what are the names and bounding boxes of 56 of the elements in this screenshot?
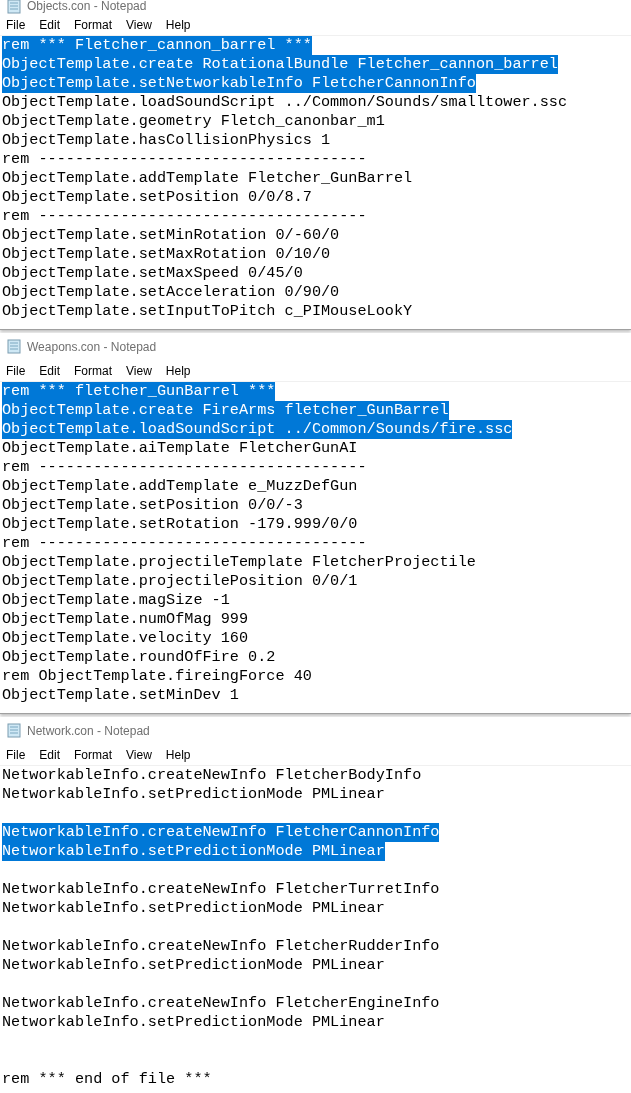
code-line: NetworkableInfo.createNewInfo FletcherTurretInfo (2, 880, 440, 899)
code-line: NetworkableInfo.setPredictionMode PMLinear (2, 1013, 385, 1032)
code-line: ObjectTemplate.roundOfFire 0.2 (2, 648, 276, 667)
code-line: ObjectTemplate.projectilePosition 0/0/1 (2, 572, 358, 591)
menu-item[interactable]: Edit (39, 745, 61, 764)
code-line: NetworkableInfo.setPredictionMode PMLinear (2, 956, 385, 975)
menu-item[interactable]: Format (74, 361, 113, 380)
menu-item[interactable]: Help (165, 361, 191, 380)
menu-item[interactable]: View (126, 15, 152, 34)
notepad-icon (7, 339, 21, 354)
code-line: ObjectTemplate.setMaxRotation 0/10/0 (2, 245, 331, 264)
code-line: NetworkableInfo.createNewInfo FletcherBodyInfo (2, 766, 422, 785)
window-title: Network.con - Notepad (27, 722, 150, 739)
code-line: ObjectTemplate.numOfMag 999 (2, 610, 249, 629)
menu-item[interactable]: Help (165, 15, 191, 34)
window-title: Weapons.con - Notepad (27, 338, 157, 355)
code-line: ObjectTemplate.projectileTemplate FletcherProjectile (2, 553, 476, 572)
code-line: ObjectTemplate.hasCollisionPhysics 1 (2, 131, 331, 150)
code-line: ObjectTemplate.setAcceleration 0/90/0 (2, 283, 340, 302)
menu-item[interactable]: File (6, 745, 26, 764)
code-line: ObjectTemplate.setInputToPitch c_PIMouseLookY (2, 302, 413, 321)
code-line: rem ------------------------------------ (2, 150, 367, 169)
code-line: NetworkableInfo.createNewInfo FletcherRudderInfo (2, 937, 440, 956)
code-line: NetworkableInfo.createNewInfo FletcherEngineInfo (2, 994, 440, 1013)
notepad-icon (7, 0, 21, 14)
menu-item[interactable]: Format (74, 15, 113, 34)
code-line: rem ------------------------------------ (2, 207, 367, 226)
window-title: Objects.con - Notepad (27, 0, 147, 14)
menu-item[interactable]: File (6, 15, 26, 34)
code-line: NetworkableInfo.setPredictionMode PMLinear (2, 785, 385, 804)
code-line: rem ------------------------------------ (2, 534, 367, 553)
menu-item[interactable]: View (126, 745, 152, 764)
menu-item[interactable]: File (6, 361, 26, 380)
menu-item[interactable]: Edit (39, 15, 61, 34)
code-line: NetworkableInfo.setPredictionMode PMLinear (2, 899, 385, 918)
code-line: ObjectTemplate.setPosition 0/0/-3 (2, 496, 303, 515)
code-line: rem ------------------------------------ (2, 458, 367, 477)
code-line: ObjectTemplate.velocity 160 (2, 629, 249, 648)
menu-item[interactable]: Help (165, 745, 191, 764)
code-line: rem ObjectTemplate.fireingForce 40 (2, 667, 312, 686)
menu-item[interactable]: Format (74, 745, 113, 764)
code-line: ObjectTemplate.setRotation -179.999/0/0 (2, 515, 358, 534)
code-line: ObjectTemplate.geometry Fletch_canonbar_m1 (2, 112, 385, 131)
notepad-icon (7, 723, 21, 738)
code-line: ObjectTemplate.aiTemplate FletcherGunAI (2, 439, 358, 458)
code-line: ObjectTemplate.setMaxSpeed 0/45/0 (2, 264, 303, 283)
code-line: rem *** end of file *** (2, 1070, 212, 1089)
code-line: ObjectTemplate.setMinRotation 0/-60/0 (2, 226, 340, 245)
code-line: ObjectTemplate.setPosition 0/0/8.7 (2, 188, 312, 207)
code-line: ObjectTemplate.addTemplate Fletcher_GunBarrel (2, 169, 413, 188)
code-line: ObjectTemplate.addTemplate e_MuzzDefGun (2, 477, 358, 496)
menu-item[interactable]: Edit (39, 361, 61, 380)
code-line: ObjectTemplate.magSize -1 (2, 591, 230, 610)
menu-item[interactable]: View (126, 361, 152, 380)
code-line: ObjectTemplate.setMinDev 1 (2, 686, 239, 705)
code-line: ObjectTemplate.loadSoundScript ../Common/Sounds/smalltower.ssc (2, 93, 568, 112)
